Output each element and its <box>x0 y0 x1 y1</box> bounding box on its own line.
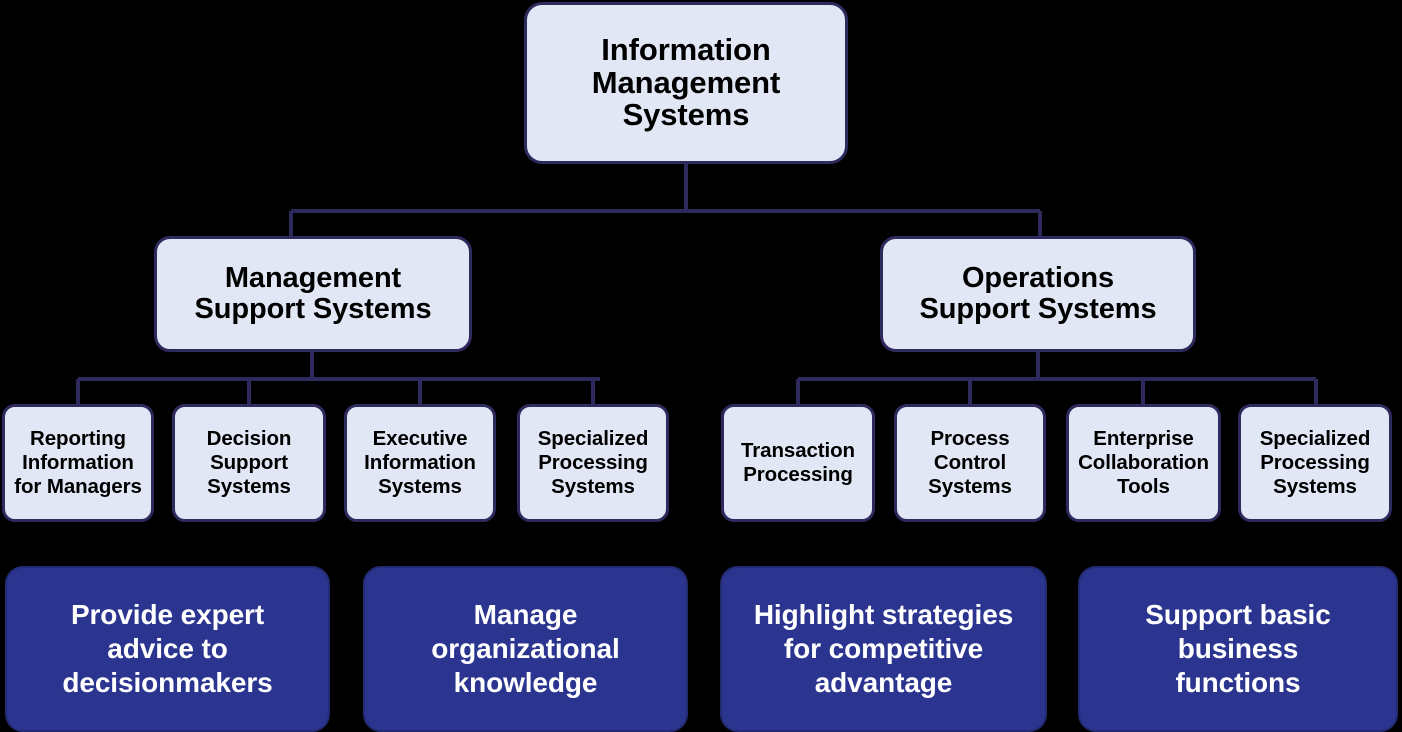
node-specialized-processing-systems-left[interactable]: Specialized Processing Systems <box>517 404 669 522</box>
node-transaction-processing[interactable]: Transaction Processing <box>721 404 875 522</box>
node-information-management-systems[interactable]: Information Management Systems <box>524 2 848 164</box>
node-enterprise-collaboration-tools[interactable]: Enterprise Collaboration Tools <box>1066 404 1221 522</box>
node-highlight-strategies[interactable]: Highlight strategies for competitive adv… <box>720 566 1047 732</box>
org-chart-diagram: Information Management Systems Managemen… <box>0 0 1402 732</box>
node-executive-information-systems[interactable]: Executive Information Systems <box>344 404 496 522</box>
node-manage-organizational-knowledge[interactable]: Manage organizational knowledge <box>363 566 688 732</box>
node-specialized-processing-systems-right[interactable]: Specialized Processing Systems <box>1238 404 1392 522</box>
node-decision-support-systems[interactable]: Decision Support Systems <box>172 404 326 522</box>
node-management-support-systems[interactable]: Management Support Systems <box>154 236 472 352</box>
node-process-control-systems[interactable]: Process Control Systems <box>894 404 1046 522</box>
node-operations-support-systems[interactable]: Operations Support Systems <box>880 236 1196 352</box>
node-support-basic-business-functions[interactable]: Support basic business functions <box>1078 566 1398 732</box>
node-reporting-information-for-managers[interactable]: Reporting Information for Managers <box>2 404 154 522</box>
node-provide-expert-advice[interactable]: Provide expert advice to decisionmakers <box>5 566 330 732</box>
